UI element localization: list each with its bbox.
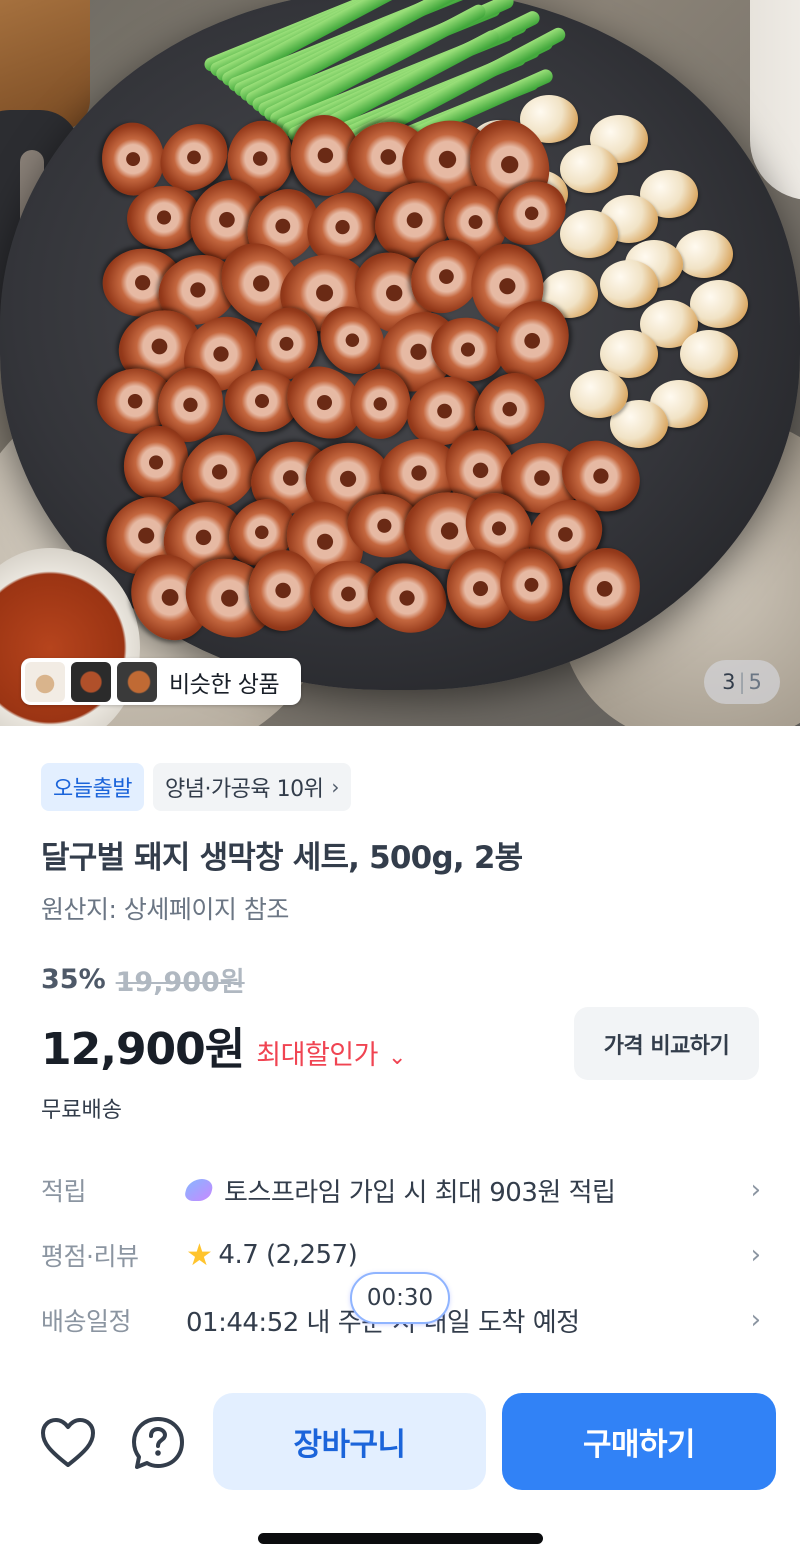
- question-bubble-icon: [132, 1417, 184, 1469]
- sale-price: 12,900원: [41, 1024, 245, 1075]
- product-origin: 원산지: 상세페이지 참조: [41, 895, 289, 924]
- similar-thumb: [25, 661, 65, 702]
- rating-value: 4.7 (2,257): [218, 1240, 358, 1270]
- image-counter-total: 5: [748, 670, 762, 694]
- ranking-label: 양념·가공육 10위: [164, 777, 324, 802]
- heart-icon: [41, 1418, 95, 1467]
- original-price: 19,900원: [115, 967, 245, 998]
- toss-prime-icon: [183, 1179, 215, 1201]
- garlic-clove: [560, 210, 618, 258]
- shipping-fee: 무료배송: [41, 1098, 122, 1123]
- points-label: 적립: [41, 1177, 87, 1206]
- garlic-clove: [675, 230, 733, 278]
- similar-thumb: [117, 661, 157, 702]
- buy-now-button[interactable]: 구매하기: [502, 1393, 776, 1490]
- makchang-piece: [249, 550, 318, 631]
- rating-label: 평점·리뷰: [41, 1242, 139, 1271]
- wishlist-button[interactable]: [40, 1415, 96, 1471]
- points-value: 토스프라임 가입 시 최대 903원 적립: [224, 1177, 616, 1208]
- garlic-clove: [690, 280, 748, 328]
- garlic-clove: [680, 330, 738, 378]
- home-indicator: [258, 1533, 543, 1544]
- garlic-clove: [570, 370, 628, 418]
- today-ship-badge: 오늘출발: [41, 763, 144, 811]
- star-icon: ★: [186, 1237, 213, 1273]
- max-discount-toggle[interactable]: 최대할인가: [256, 1033, 378, 1072]
- garlic-clove: [560, 145, 618, 193]
- points-row[interactable]: 적립 토스프라임 가입 시 최대 903원 적립 ›: [41, 1165, 761, 1215]
- price-row: 12,900원 최대할인가 ⌄: [41, 1013, 406, 1077]
- timer-bubble[interactable]: 00:30: [350, 1272, 450, 1324]
- add-to-cart-button[interactable]: 장바구니: [213, 1393, 486, 1490]
- plate-edge: [750, 0, 800, 200]
- chevron-right-icon: ›: [750, 1305, 761, 1335]
- similar-products-label: 비슷한 상품: [169, 671, 280, 698]
- image-counter-separator: |: [738, 670, 746, 694]
- ranking-badge[interactable]: 양념·가공육 10위 ›: [152, 763, 351, 811]
- garlic-clove: [600, 260, 658, 308]
- chevron-down-icon[interactable]: ⌄: [388, 1045, 406, 1070]
- compare-price-button[interactable]: 가격 비교하기: [574, 1007, 759, 1080]
- qna-button[interactable]: [130, 1415, 186, 1471]
- product-image[interactable]: 비슷한 상품 3 | 5: [0, 0, 800, 726]
- delivery-label: 배송일정: [41, 1307, 132, 1336]
- discount-row: 35% 19,900원: [41, 960, 245, 999]
- image-counter-current: 3: [722, 670, 736, 694]
- chevron-right-icon: ›: [331, 775, 339, 799]
- similar-thumb: [71, 661, 111, 702]
- similar-products-button[interactable]: 비슷한 상품: [21, 658, 301, 705]
- today-ship-label: 오늘출발: [53, 777, 132, 802]
- image-counter: 3 | 5: [704, 660, 780, 704]
- product-title: 달구벌 돼지 생막창 세트, 500g, 2봉: [41, 840, 523, 876]
- badge-row: 오늘출발 양념·가공육 10위 ›: [41, 763, 351, 811]
- chevron-right-icon: ›: [750, 1240, 761, 1270]
- chevron-right-icon: ›: [750, 1175, 761, 1205]
- discount-rate: 35%: [41, 964, 106, 995]
